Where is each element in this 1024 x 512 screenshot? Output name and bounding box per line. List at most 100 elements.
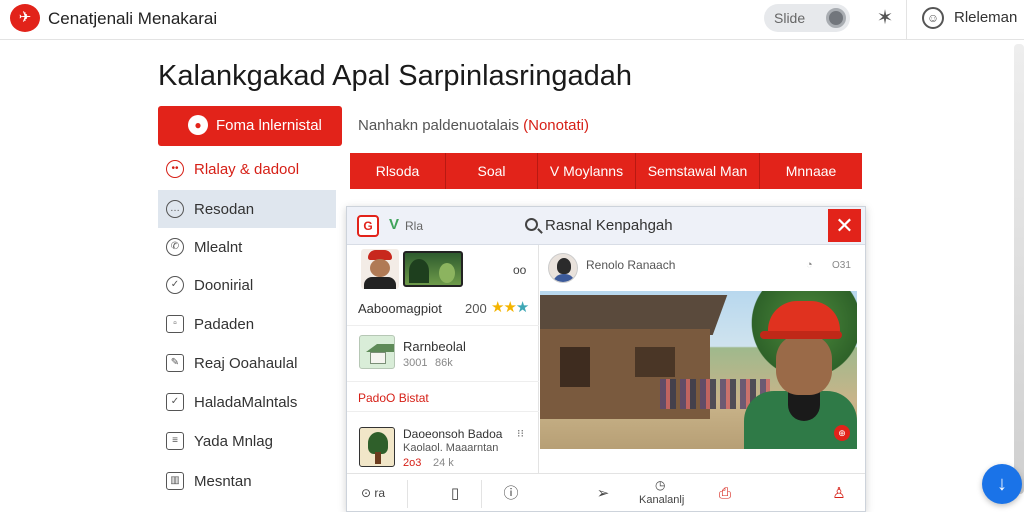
- sidebar-item-7[interactable]: ✓ HaladaMalntals: [158, 383, 336, 421]
- scroll-down-button[interactable]: ↓: [982, 464, 1022, 504]
- pin-icon[interactable]: ✶: [873, 6, 897, 30]
- image-icon: ▫: [166, 315, 184, 333]
- sidebar-item-label: HaladaMalntals: [194, 394, 298, 411]
- sidebar-item-label: Yada Mnlag: [194, 433, 273, 450]
- user-menu-label[interactable]: Rleleman: [954, 9, 1017, 26]
- sidebar-item-9[interactable]: ▥ Mesntan: [158, 462, 336, 500]
- app-title: Cenatjenali Menakarai: [48, 9, 218, 28]
- list-item-title[interactable]: Rarnbeolal: [403, 339, 466, 354]
- list-item-meta: 86k: [435, 357, 453, 369]
- sidebar-item-2[interactable]: … Resodan: [158, 190, 336, 228]
- bottom-action-bar: ⊙ ra ▯ ⓘ ➢ Kanalanlj ◷ ⎙ ♙: [347, 473, 865, 511]
- window-search-text[interactable]: Rasnal Kenpahgah: [545, 217, 673, 234]
- window-small-label: Rla: [405, 219, 424, 233]
- compass-icon: ✓: [166, 276, 184, 294]
- page-scrollbar[interactable]: [1014, 44, 1024, 494]
- person-icon[interactable]: ♙: [829, 484, 849, 504]
- divider: [347, 325, 539, 326]
- sidebar-item-label: Mesntan: [194, 473, 252, 490]
- bottom-bar-label[interactable]: Kanalanlj: [639, 494, 684, 506]
- house-thumbnail[interactable]: [359, 335, 395, 369]
- sidebar-item-3[interactable]: ✆ Mlealnt: [158, 228, 336, 266]
- post-card: Renolo Ranaach ◔ O31 ⊕: [540, 245, 865, 473]
- primary-action-button[interactable]: ● Foma lnlernistal: [158, 106, 342, 146]
- bookmark-icon[interactable]: ▯: [445, 484, 465, 504]
- star-icon: ★★: [491, 299, 517, 316]
- divider: [407, 480, 408, 508]
- top-bar: ✈ Cenatjenali Menakarai Slide ✶ ☺ Rlelem…: [0, 0, 1024, 40]
- list-item-title[interactable]: Aaboomagpiot: [358, 301, 442, 316]
- sidebar-item-label: Mlealnt: [194, 239, 243, 256]
- list-icon: ≡: [166, 432, 184, 450]
- rating-stars: ★★★: [491, 298, 529, 316]
- nature-thumbnail[interactable]: [403, 251, 463, 287]
- phone-icon: ✆: [166, 238, 184, 256]
- topbar-divider: [906, 0, 907, 40]
- app-logo-icon[interactable]: ✈: [10, 4, 40, 32]
- post-time: O31: [832, 260, 851, 271]
- sidebar-item-label: Doonirial: [194, 277, 254, 294]
- post-photo[interactable]: ⊕: [540, 291, 857, 449]
- smile-icon: ••: [166, 160, 184, 178]
- toggle-knob-icon[interactable]: [826, 8, 846, 28]
- slide-toggle-label: Slide: [774, 10, 806, 26]
- more-icon[interactable]: ⁝⁝: [517, 427, 524, 440]
- photo-badge-icon[interactable]: ⊕: [834, 425, 850, 441]
- sidebar-item-label: Rlalay & dadool: [194, 161, 300, 178]
- divider: [347, 381, 539, 382]
- apple-icon: ●: [188, 115, 208, 135]
- app-window-logo-icon[interactable]: G: [357, 215, 379, 237]
- user-icon[interactable]: ☺: [922, 7, 944, 29]
- list-item-subtitle: Kaolaol. Maaarntan: [403, 442, 499, 454]
- edit-icon: ✎: [166, 354, 184, 372]
- tree-thumbnail[interactable]: [359, 427, 395, 467]
- primary-action-label: Foma lnlernistal: [216, 117, 322, 134]
- subline-status[interactable]: (Nonotati): [523, 117, 589, 134]
- author-avatar[interactable]: [548, 253, 578, 283]
- views-counter[interactable]: ⊙ ra: [361, 486, 385, 500]
- left-feed-list: oo Aaboomagpiot 200 ★★★ Rarnbeolal 3001 …: [347, 245, 539, 473]
- chat-icon: …: [166, 200, 184, 218]
- tab-3[interactable]: V Moylanns: [538, 153, 636, 189]
- timer-icon: ◷: [655, 478, 666, 492]
- sidebar-item-label: Reaj Ooahaulal: [194, 355, 298, 372]
- divider: [481, 480, 482, 508]
- verified-icon: V: [389, 216, 400, 233]
- list-item-title[interactable]: Daoeonsoh Badoa: [403, 427, 502, 441]
- page-subline: Nanhakn paldenuotalais (Nonotati): [358, 117, 589, 134]
- star-icon: ★: [515, 299, 529, 316]
- slide-toggle[interactable]: Slide: [764, 4, 850, 32]
- tab-4[interactable]: Semstawal Man: [636, 153, 760, 189]
- tab-1[interactable]: Rlsoda: [350, 153, 446, 189]
- tab-5[interactable]: Mnnaae: [760, 153, 862, 189]
- close-button[interactable]: ✕: [828, 209, 861, 242]
- sidebar-item-label: Resodan: [194, 201, 255, 218]
- sidebar-item-4[interactable]: ✓ Doonirial: [158, 266, 336, 304]
- grid-icon: ▥: [166, 472, 184, 490]
- list-item-meta: 3001: [403, 357, 428, 369]
- gift-icon[interactable]: ⎙: [715, 484, 735, 504]
- sidebar-item-5[interactable]: ▫ Padaden: [158, 305, 336, 343]
- top-badge: oo: [513, 263, 527, 277]
- profile-thumbnail[interactable]: [361, 249, 399, 289]
- category-tabs: Rlsoda Soal V Moylanns Semstawal Man Mnn…: [350, 153, 862, 189]
- send-icon[interactable]: ➢: [593, 484, 613, 504]
- sidebar-item-8[interactable]: ≡ Yada Mnlag: [158, 422, 336, 460]
- list-item-meta: 24 k: [433, 457, 454, 469]
- divider: [347, 411, 539, 412]
- app-window: G V Rla Rasnal Kenpahgah ✕ oo Aaboomagpi…: [346, 206, 866, 512]
- sidebar-item-label: Padaden: [194, 316, 255, 333]
- subline-text: Nanhakn paldenuotalais: [358, 117, 519, 134]
- list-item-count: 200: [465, 301, 487, 316]
- sidebar-item-6[interactable]: ✎ Reaj Ooahaulal: [158, 344, 336, 382]
- list-item-meta: 2o3: [403, 457, 422, 469]
- clock-icon: ◔: [806, 259, 813, 271]
- section-label: PadoO Bistat: [358, 391, 429, 405]
- tab-2[interactable]: Soal: [446, 153, 538, 189]
- sidebar-item-1[interactable]: •• Rlalay & dadool: [158, 150, 336, 188]
- page-title: Kalankgakad Apal Sarpinlasringadah: [158, 60, 633, 92]
- window-titlebar: G V Rla Rasnal Kenpahgah ✕: [347, 207, 865, 245]
- post-author[interactable]: Renolo Ranaach: [586, 258, 675, 272]
- search-icon[interactable]: [525, 218, 538, 231]
- comment-icon[interactable]: ⓘ: [501, 484, 521, 504]
